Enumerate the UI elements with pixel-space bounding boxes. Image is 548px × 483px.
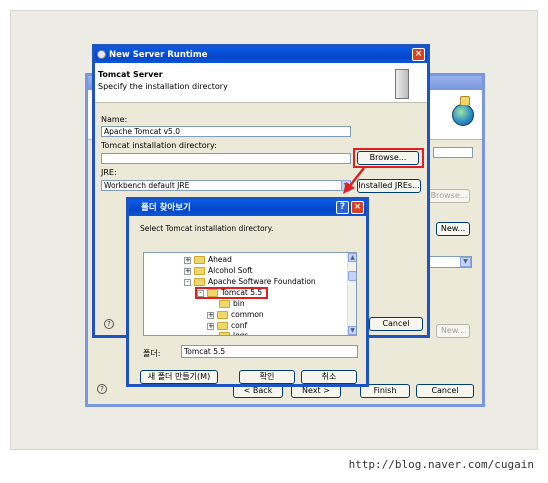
eclipse-icon [97, 50, 106, 59]
cancel-button[interactable]: 취소 [301, 370, 357, 384]
expand-icon[interactable]: + [184, 256, 191, 264]
tree-item-common[interactable]: + common [207, 310, 264, 320]
folder-browse-dialog: 폴더 찾아보기 ? × Select Tomcat installation d… [126, 197, 369, 387]
tree-label: Alcohol Soft [208, 266, 253, 275]
tree-label: bin [233, 299, 245, 308]
tree-item-apache[interactable]: - Apache Software Foundation [184, 277, 316, 287]
folder-icon [217, 311, 228, 319]
folder-label: 폴더: [143, 349, 161, 358]
chevron-down-icon[interactable]: ▼ [460, 257, 471, 267]
tree-item-tomcat[interactable]: - Tomcat 5.5 [197, 288, 262, 298]
tree-item-bin[interactable]: bin [219, 299, 245, 309]
wizard-cancel-button[interactable]: Cancel [416, 384, 474, 398]
collapse-icon[interactable]: - [197, 289, 204, 297]
collapse-icon[interactable]: - [184, 278, 191, 286]
folder-icon [217, 322, 228, 330]
tree-label: Apache Software Foundation [208, 277, 316, 286]
folder-icon [194, 267, 205, 275]
install-dir-label: Tomcat installation directory: [101, 141, 217, 150]
install-dir-field[interactable] [101, 153, 351, 164]
runtime-header: Tomcat Server Specify the installation d… [95, 63, 427, 103]
runtime-help-icon[interactable]: ? [104, 319, 114, 329]
wizard-text-field[interactable] [433, 147, 473, 158]
tree-item-logs[interactable]: logs [219, 331, 249, 336]
scroll-thumb[interactable] [348, 271, 356, 281]
close-icon[interactable]: × [412, 48, 425, 61]
server-tower-icon [395, 69, 409, 99]
tree-label: logs [233, 331, 249, 336]
folder-open-icon [194, 278, 205, 286]
wizard-new-button-2: New... [436, 324, 470, 338]
expand-icon[interactable]: + [207, 322, 214, 330]
help-icon[interactable]: ? [336, 201, 349, 214]
name-field[interactable]: Apache Tomcat v5.0 [101, 126, 351, 137]
tree-label: Ahead [208, 255, 232, 264]
folder-instruction: Select Tomcat installation directory. [140, 224, 274, 233]
folder-field[interactable]: Tomcat 5.5 [181, 345, 358, 358]
tree-item-conf[interactable]: + conf [207, 321, 247, 331]
tree-label: Tomcat 5.5 [221, 288, 263, 297]
jre-label: JRE: [101, 168, 117, 177]
folder-icon [219, 300, 230, 308]
folder-open-icon [207, 289, 218, 297]
wizard-help-icon[interactable]: ? [97, 384, 107, 394]
folder-icon [194, 256, 205, 264]
folder-titlebar: 폴더 찾아보기 ? × [129, 200, 366, 216]
close-icon[interactable]: × [351, 201, 364, 214]
runtime-title: New Server Runtime [109, 50, 208, 60]
jar-icon [460, 96, 470, 106]
folder-dialog-title: 폴더 찾아보기 [141, 203, 191, 213]
folder-tree[interactable]: + Ahead + Alcohol Soft - Apache Software Fo… [143, 252, 357, 336]
tree-scrollbar[interactable]: ▲ ▼ [347, 253, 356, 335]
expand-icon[interactable]: + [184, 267, 191, 275]
header-subtitle: Specify the installation directory [98, 82, 228, 91]
tree-label: conf [231, 321, 248, 330]
scroll-up-icon[interactable]: ▲ [348, 253, 356, 262]
tree-item-ahead[interactable]: + Ahead [184, 255, 232, 265]
header-title: Tomcat Server [98, 70, 163, 79]
arrow-annotation-icon [343, 167, 365, 194]
globe-icon [452, 104, 474, 126]
expand-icon[interactable]: + [207, 311, 214, 319]
folder-icon [219, 332, 230, 335]
scroll-down-icon[interactable]: ▼ [348, 326, 356, 335]
new-folder-button[interactable]: 새 폴더 만들기(M) [140, 370, 218, 384]
ok-button[interactable]: 확인 [239, 370, 295, 384]
browse-button[interactable]: Browse... [357, 151, 419, 165]
wizard-browse-button: Browse... [428, 189, 470, 203]
wizard-new-button[interactable]: New... [436, 222, 470, 236]
tree-label: common [231, 310, 264, 319]
name-label: Name: [101, 115, 128, 124]
tree-item-alcohol-soft[interactable]: + Alcohol Soft [184, 266, 253, 276]
jre-select[interactable]: Workbench default JRE [101, 180, 345, 191]
watermark-url: http://blog.naver.com/cugain [348, 458, 534, 471]
runtime-cancel-button[interactable]: Cancel [369, 317, 423, 331]
runtime-titlebar: New Server Runtime × [95, 47, 427, 63]
